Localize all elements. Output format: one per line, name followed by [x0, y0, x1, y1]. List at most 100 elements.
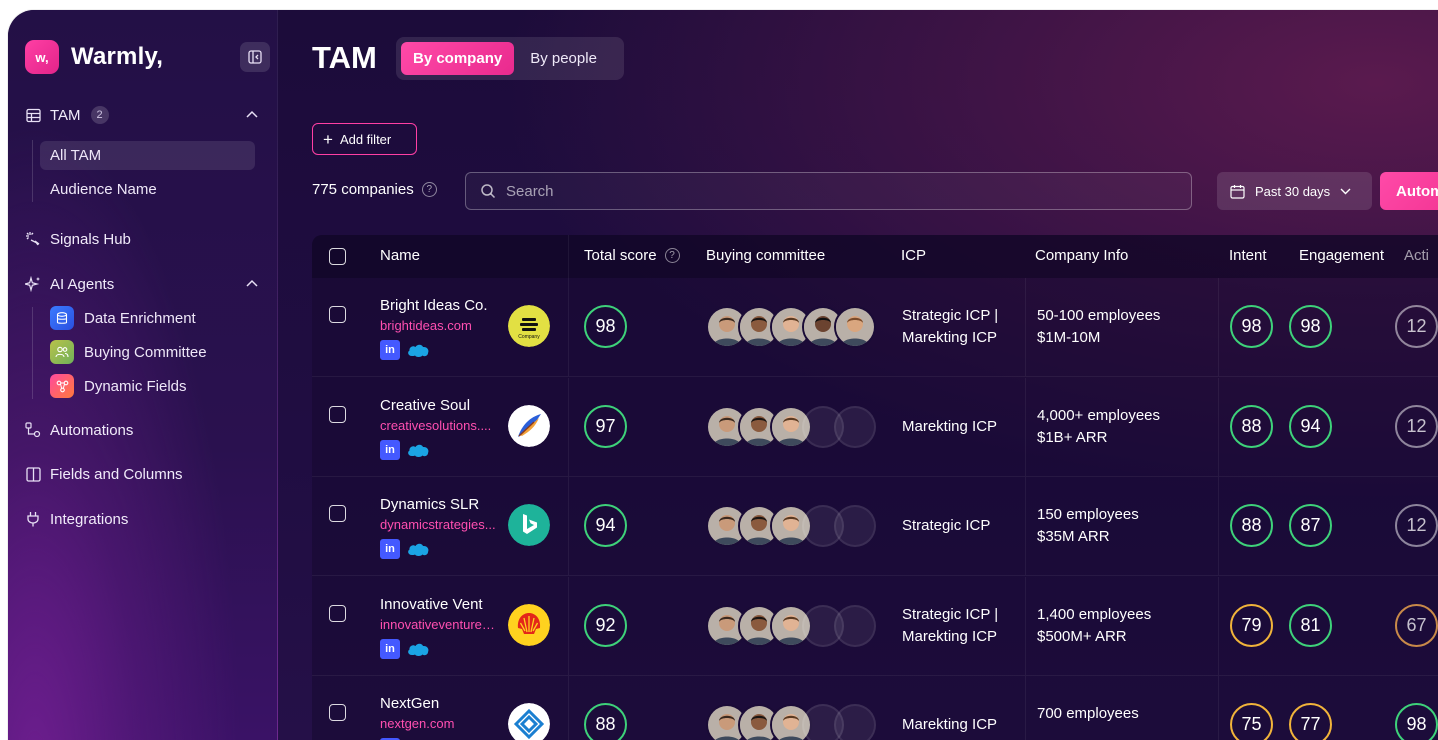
- linkedin-icon[interactable]: in: [380, 539, 400, 559]
- company-name[interactable]: Innovative Vent: [380, 596, 483, 613]
- add-filter-button[interactable]: + Add filter: [312, 123, 417, 155]
- total-score: 98: [584, 305, 627, 348]
- plus-icon: +: [323, 129, 333, 149]
- row-checkbox[interactable]: [329, 405, 346, 423]
- sidebar-item-all-tam[interactable]: All TAM: [40, 141, 255, 170]
- help-icon[interactable]: ?: [421, 182, 437, 197]
- sidebar-item-label: TAM: [50, 106, 81, 124]
- company-domain[interactable]: creativesolutions....: [380, 418, 498, 433]
- table-row[interactable]: Bright Ideas Co. brightideas.com in Company…: [312, 278, 1438, 377]
- search-input[interactable]: [506, 182, 1106, 200]
- sparkle-cursor-icon: [24, 230, 42, 248]
- table-row[interactable]: Creative Soul creativesolutions.... in 97 Ma…: [312, 377, 1438, 477]
- tab-by-company[interactable]: By company: [401, 42, 515, 75]
- calendar-icon: [1230, 184, 1245, 199]
- chevron-up-icon[interactable]: [246, 279, 258, 287]
- committee-avatar[interactable]: [834, 306, 876, 348]
- column-header-total-score[interactable]: Total score ?: [584, 247, 680, 264]
- company-domain[interactable]: brightideas.com: [380, 318, 498, 333]
- table-header: Name Total score ? Buying committee ICP …: [312, 235, 1438, 278]
- column-divider: [1025, 278, 1026, 376]
- company-domain[interactable]: dynamicstrategies...: [380, 517, 498, 532]
- column-divider: [1025, 576, 1026, 675]
- sidebar-item-audience-name[interactable]: Audience Name: [40, 175, 255, 204]
- column-divider: [568, 576, 569, 675]
- icp-line-1: Strategic ICP |: [902, 307, 999, 324]
- sidebar-item-signals-hub[interactable]: Signals Hub: [24, 226, 131, 252]
- sidebar-item-label: Fields and Columns: [50, 465, 183, 483]
- empty-avatar-slot: [834, 704, 876, 740]
- linkedin-icon[interactable]: in: [380, 638, 400, 659]
- salesforce-icon[interactable]: [406, 641, 430, 657]
- intent-score: 88: [1230, 504, 1273, 547]
- column-divider: [1218, 676, 1219, 740]
- sidebar-item-label: AI Agents: [50, 275, 115, 293]
- collapse-sidebar-button[interactable]: [240, 42, 270, 72]
- salesforce-icon[interactable]: [406, 342, 430, 358]
- company-name[interactable]: Dynamics SLR: [380, 496, 479, 513]
- chevron-up-icon[interactable]: [246, 110, 258, 118]
- sidebar-item-automations[interactable]: Automations: [24, 417, 133, 443]
- help-icon[interactable]: ?: [664, 248, 680, 263]
- buying-committee-avatars: [706, 604, 876, 647]
- column-header-engagement[interactable]: Engagement: [1299, 247, 1384, 264]
- table-row[interactable]: Innovative Vent innovativeventures... in 92…: [312, 576, 1438, 676]
- empty-avatar-slot: [834, 405, 876, 448]
- column-divider: [1218, 477, 1219, 575]
- company-name[interactable]: Bright Ideas Co.: [380, 297, 488, 314]
- sidebar-item-label: Buying Committee: [84, 343, 207, 361]
- row-checkbox[interactable]: [329, 306, 346, 323]
- company-name[interactable]: Creative Soul: [380, 397, 470, 414]
- add-filter-label: Add filter: [339, 131, 392, 147]
- activity-score: 67: [1395, 603, 1438, 647]
- column-header-activity[interactable]: Acti: [1404, 247, 1429, 264]
- column-header-intent[interactable]: Intent: [1229, 247, 1267, 264]
- column-header-name[interactable]: Name: [380, 247, 420, 264]
- row-checkbox[interactable]: [329, 704, 346, 721]
- column-header-company-info[interactable]: Company Info: [1035, 247, 1128, 264]
- column-header-buying-committee[interactable]: Buying committee: [706, 247, 825, 264]
- buying-committee-avatars: [706, 505, 876, 547]
- sidebar-item-data-enrichment[interactable]: Data Enrichment: [50, 305, 196, 331]
- company-employees: 1,400 employees: [1037, 605, 1152, 623]
- nextgen-logo: [508, 703, 550, 740]
- column-divider: [1218, 278, 1219, 376]
- engagement-score: 98: [1289, 305, 1332, 348]
- sidebar-item-dynamic-fields[interactable]: Dynamic Fields: [50, 373, 187, 399]
- activity-score: 98: [1395, 703, 1438, 740]
- row-checkbox[interactable]: [329, 604, 346, 622]
- linkedin-icon[interactable]: in: [380, 439, 400, 460]
- salesforce-icon[interactable]: [406, 541, 430, 557]
- sidebar-item-fields-and-columns[interactable]: Fields and Columns: [24, 461, 183, 487]
- sidebar-item-buying-committee[interactable]: Buying Committee: [50, 339, 207, 365]
- companies-table: Name Total score ? Buying committee ICP …: [312, 235, 1438, 740]
- activity-score: 12: [1395, 404, 1438, 448]
- column-divider: [568, 235, 569, 278]
- row-checkbox[interactable]: [329, 505, 346, 522]
- feather-logo: [508, 404, 550, 447]
- svg-text:Company: Company: [518, 334, 540, 340]
- sidebar-item-ai-agents[interactable]: AI Agents: [24, 271, 114, 297]
- integration-badges: in: [380, 638, 430, 659]
- column-header-icp[interactable]: ICP: [901, 247, 926, 264]
- column-divider: [568, 377, 569, 476]
- tab-by-people[interactable]: By people: [518, 42, 609, 75]
- company-employees: 50-100 employees: [1037, 307, 1161, 324]
- sidebar: w, Warmly, TAM 2 All TAM Audience Name S…: [8, 10, 278, 740]
- salesforce-icon[interactable]: [406, 442, 430, 458]
- table-row[interactable]: Dynamics SLR dynamicstrategies... in 94 Stra…: [312, 477, 1438, 576]
- column-header-label: Total score: [584, 247, 657, 264]
- date-range-select[interactable]: Past 30 days: [1217, 172, 1372, 210]
- table-row[interactable]: NextGennextgen.comin88Marekting ICP700 e…: [312, 676, 1438, 740]
- icp-label: Strategic ICP: [902, 517, 991, 534]
- linkedin-icon[interactable]: in: [380, 340, 400, 360]
- company-domain[interactable]: nextgen.com: [380, 716, 498, 731]
- sidebar-item-integrations[interactable]: Integrations: [24, 506, 128, 532]
- icp-line-2: Marekting ICP: [902, 627, 998, 645]
- company-domain[interactable]: innovativeventures...: [380, 617, 498, 632]
- company-name[interactable]: NextGen: [380, 695, 439, 712]
- page-title: TAM: [312, 40, 377, 75]
- select-all-checkbox[interactable]: [329, 248, 346, 265]
- sidebar-item-tam[interactable]: TAM 2: [24, 102, 109, 128]
- automate-button[interactable]: Autom: [1380, 172, 1438, 210]
